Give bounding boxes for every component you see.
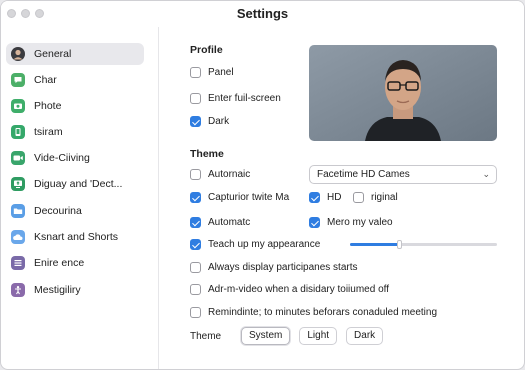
checkbox-label: Enter fuil-screen xyxy=(208,93,281,104)
title-bar: Settings xyxy=(1,1,524,27)
touch-up-slider-thumb[interactable] xyxy=(396,240,402,249)
sidebar-item-label: Diguay and 'Dect... xyxy=(34,178,123,190)
video-icon xyxy=(11,151,25,165)
touch-up-slider-fill xyxy=(350,243,399,246)
theme-selector: Theme System Light Dark xyxy=(190,327,392,345)
sidebar-item-video[interactable]: Vide-Ciiving xyxy=(6,147,144,169)
profile-option-fullscreen[interactable]: Enter fuil-screen xyxy=(190,93,281,104)
sidebar-item-experience[interactable]: Enire ence xyxy=(6,252,144,274)
sidebar-item-label: Enire ence xyxy=(34,257,85,269)
sidebar-item-label: Char xyxy=(34,74,57,86)
theme-selector-label: Theme xyxy=(190,330,222,342)
settings-content: Profile Panel Enter fuil-screen Dark The… xyxy=(160,27,524,369)
chat-icon xyxy=(11,73,25,87)
hd-option[interactable]: HD xyxy=(309,192,341,203)
profile-option-dark[interactable]: Dark xyxy=(190,116,229,127)
sidebar-item-documents[interactable]: Decourina xyxy=(6,200,144,222)
camera-icon xyxy=(11,99,25,113)
checkbox[interactable] xyxy=(190,239,201,250)
checkbox-label: Capturior twite Ma xyxy=(208,192,290,203)
avatar-icon xyxy=(11,47,25,61)
sidebar-item-shortcuts[interactable]: Ksnart and Shorts xyxy=(6,226,144,248)
sidebar-item-phone[interactable]: tsiram xyxy=(6,121,144,143)
checkbox[interactable] xyxy=(353,192,364,203)
sidebar-item-label: General xyxy=(34,48,72,60)
checkbox-label: riginal xyxy=(371,192,398,203)
camera-select-value: Facetime HD Cames xyxy=(317,169,410,180)
theme-system-button[interactable]: System xyxy=(241,327,291,345)
camera-preview-image xyxy=(309,45,497,141)
profile-option-panel[interactable]: Panel xyxy=(190,67,234,78)
camera-select[interactable]: Facetime HD Cames ⌄ xyxy=(309,165,497,184)
window-title: Settings xyxy=(236,6,289,21)
checkbox-label: Automatc xyxy=(208,217,251,228)
meeting-reminder-option[interactable]: Remindinte; to minutes beforars conadule… xyxy=(190,307,437,318)
accessibility-icon xyxy=(11,283,25,297)
checkbox-label: Autornaic xyxy=(208,169,251,180)
checkbox-label: Panel xyxy=(208,67,234,78)
checkbox[interactable] xyxy=(190,307,201,318)
theme-option-automatic-2[interactable]: Automatc xyxy=(190,217,250,228)
sidebar-item-chat[interactable]: Char xyxy=(6,69,144,91)
sidebar-item-label: Ksnart and Shorts xyxy=(34,231,119,243)
sidebar: General Char Phote tsiram Vide-Ciiving D… xyxy=(1,27,159,369)
checkbox[interactable] xyxy=(190,284,201,295)
hide-video-option[interactable]: Adr-m-video when a disidary toiiumed off xyxy=(190,284,389,295)
checkbox-label: Mero my valeo xyxy=(327,217,393,228)
sidebar-item-general[interactable]: General xyxy=(6,43,144,65)
display-participant-names-option[interactable]: Always display participanes starts xyxy=(190,262,358,273)
theme-light-button[interactable]: Light xyxy=(299,327,338,345)
checkbox-label: Remindinte; to minutes beforars conadule… xyxy=(208,307,438,318)
sidebar-item-label: tsiram xyxy=(34,126,63,138)
checkbox-label: Dark xyxy=(208,116,230,127)
video-preview xyxy=(309,45,497,141)
sidebar-item-label: Vide-Ciiving xyxy=(34,152,90,164)
sidebar-item-label: Decourina xyxy=(34,205,82,217)
mirror-video-option[interactable]: Mero my valeo xyxy=(309,217,393,228)
checkbox-label: Teach up my appearance xyxy=(208,239,321,250)
checkbox[interactable] xyxy=(309,217,320,228)
settings-window: Settings General Char Phote tsiram Vide-… xyxy=(0,0,525,370)
checkbox-label: HD xyxy=(327,192,342,203)
checkbox[interactable] xyxy=(190,93,201,104)
theme-option-capture[interactable]: Capturior twite Ma xyxy=(190,192,289,203)
share-screen-icon xyxy=(11,177,25,191)
sidebar-item-label: Phote xyxy=(34,100,62,112)
theme-option-automatic[interactable]: Autornaic xyxy=(190,169,250,180)
checkbox-label: Always display participanes starts xyxy=(208,262,358,273)
sidebar-item-label: Mestigiliry xyxy=(34,284,81,296)
folder-icon xyxy=(11,204,25,218)
sidebar-item-share-screen[interactable]: Diguay and 'Dect... xyxy=(6,173,144,195)
touch-up-appearance-option[interactable]: Teach up my appearance xyxy=(190,239,320,250)
checkbox-label: Adr-m-video when a disidary toiiumed off xyxy=(208,284,390,295)
profile-heading: Profile xyxy=(190,44,223,56)
cloud-icon xyxy=(11,230,25,244)
checkbox[interactable] xyxy=(190,262,201,273)
phone-icon xyxy=(11,125,25,139)
touch-up-slider[interactable] xyxy=(350,240,497,249)
chevron-down-icon: ⌄ xyxy=(482,169,490,179)
checkbox[interactable] xyxy=(190,67,201,78)
theme-heading: Theme xyxy=(190,148,224,160)
checkbox[interactable] xyxy=(190,116,201,127)
original-option[interactable]: riginal xyxy=(353,192,398,203)
checkbox[interactable] xyxy=(190,169,201,180)
checkbox[interactable] xyxy=(309,192,320,203)
list-icon xyxy=(11,256,25,270)
checkbox[interactable] xyxy=(190,217,201,228)
sidebar-item-photo[interactable]: Phote xyxy=(6,95,144,117)
checkbox[interactable] xyxy=(190,192,201,203)
sidebar-item-accessibility[interactable]: Mestigiliry xyxy=(6,279,144,301)
theme-dark-button[interactable]: Dark xyxy=(346,327,384,345)
